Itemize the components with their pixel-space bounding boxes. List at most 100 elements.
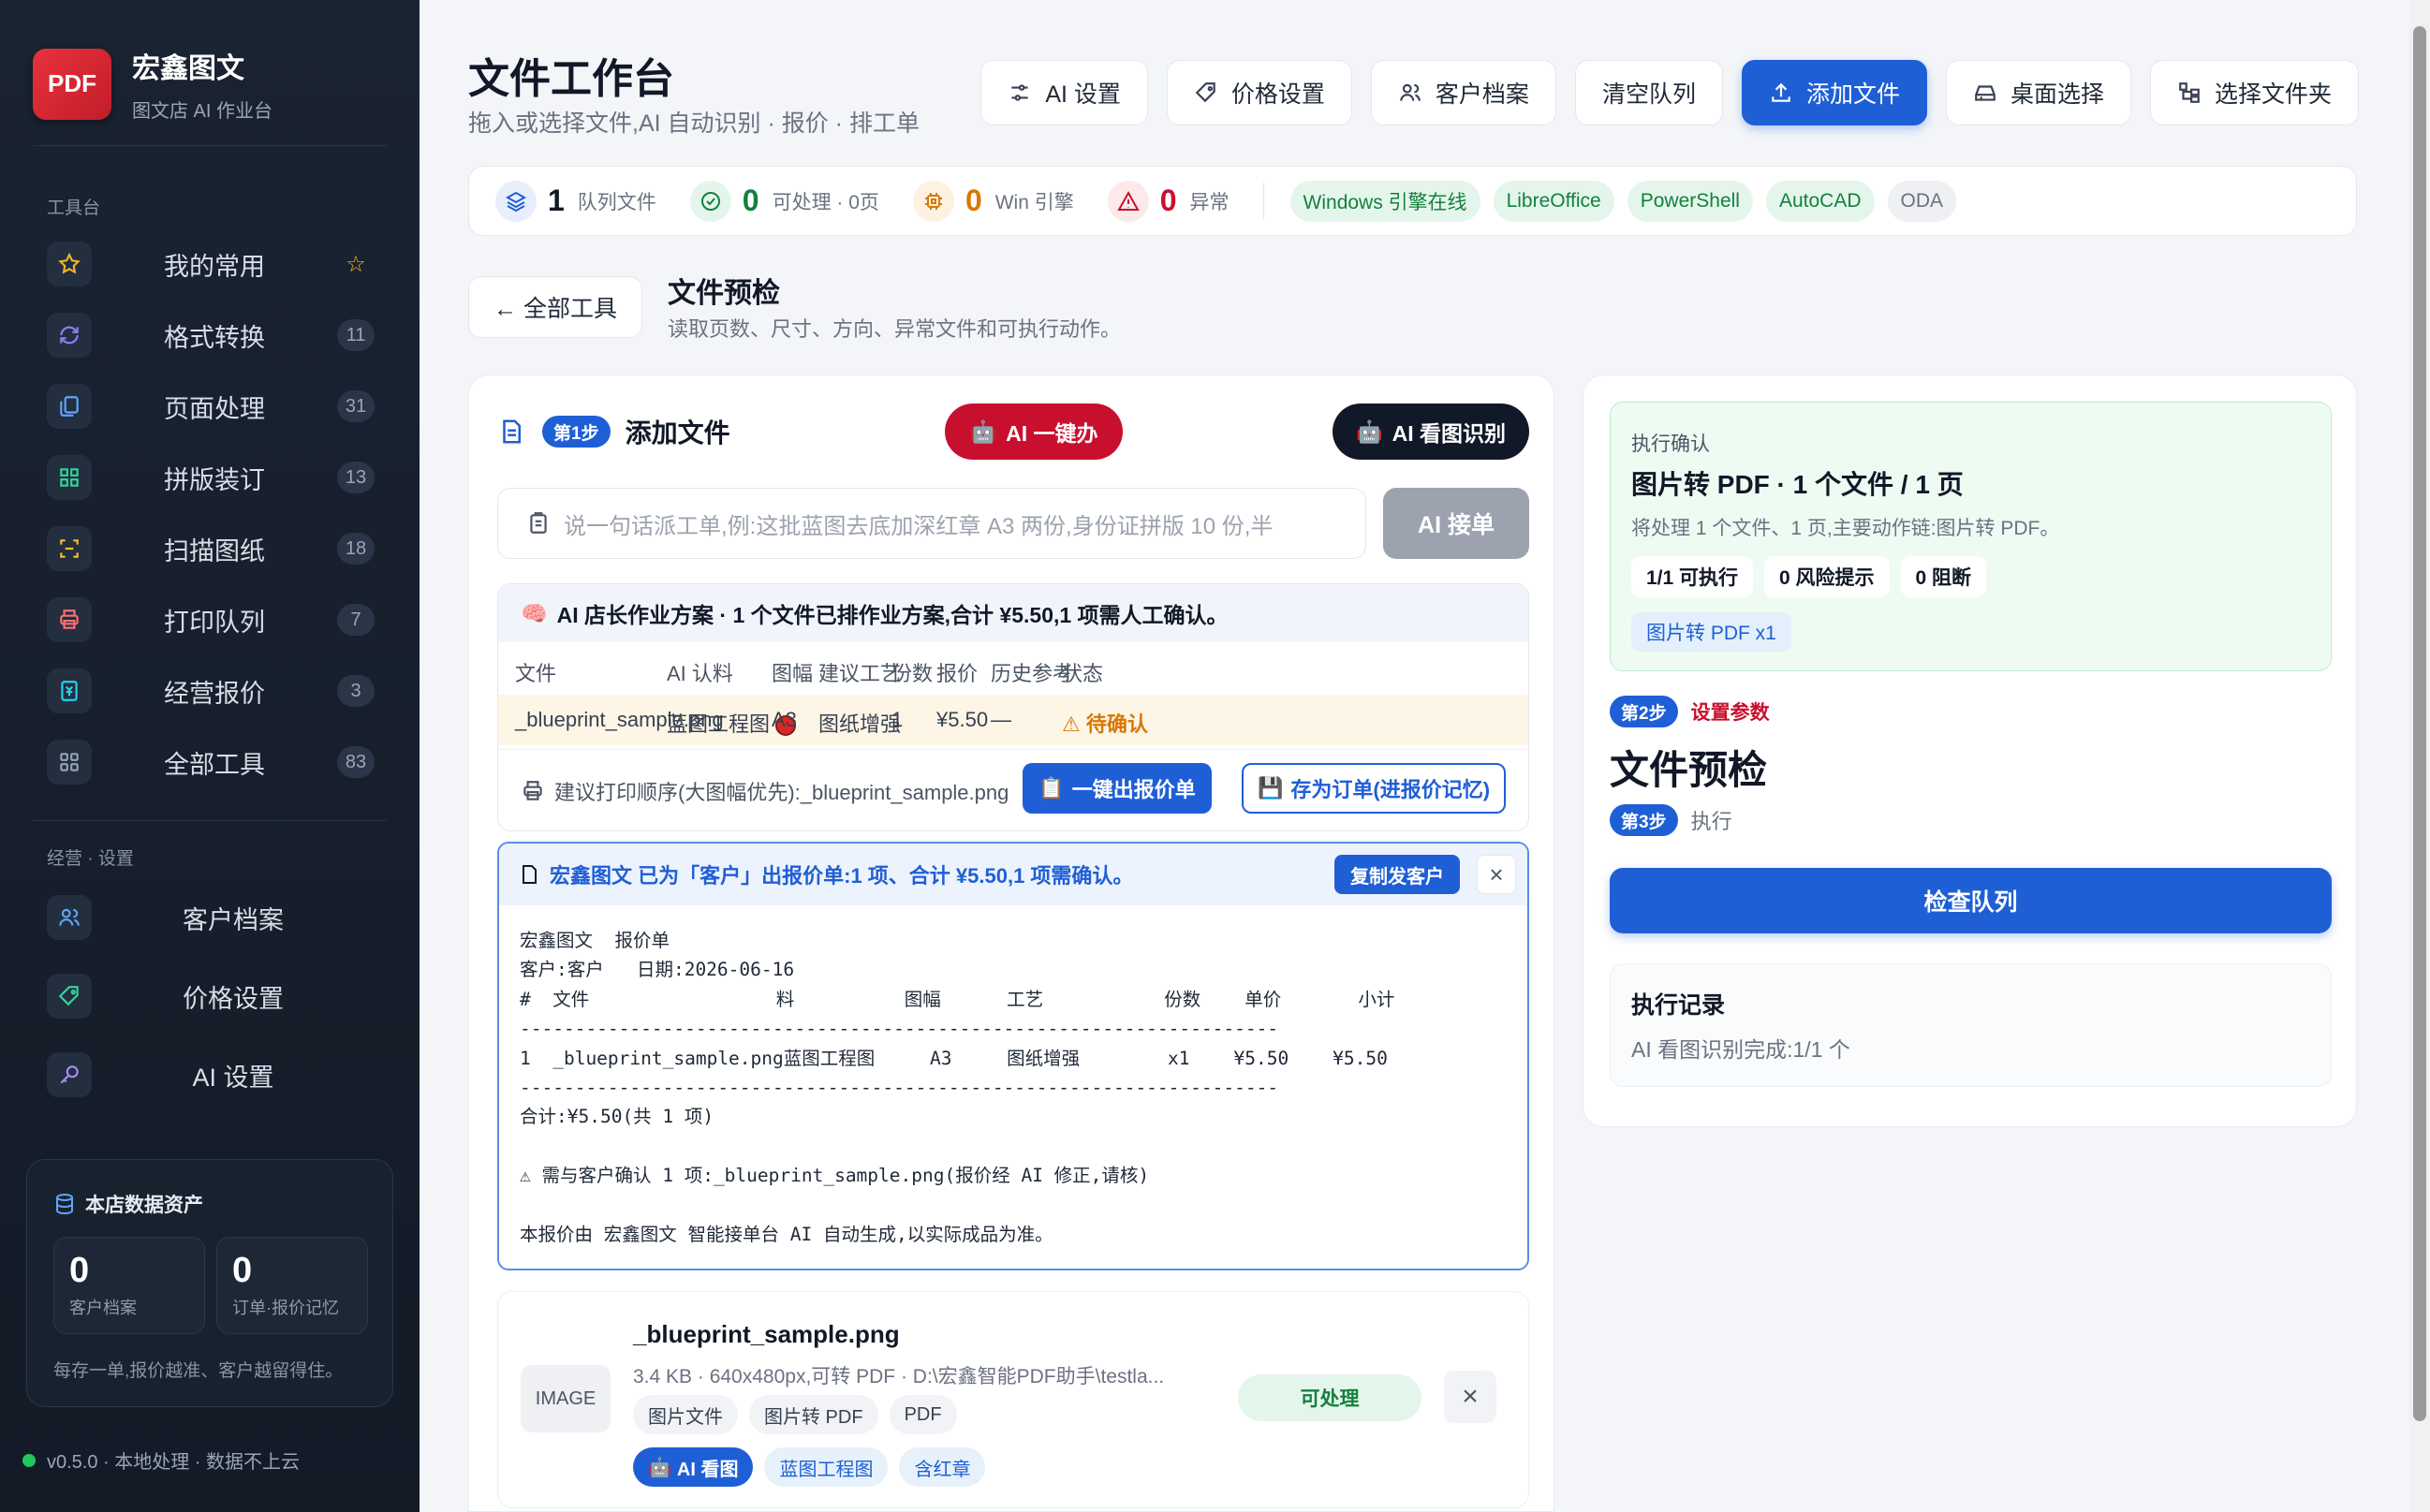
- step2-label: 设置参数: [1690, 702, 1770, 724]
- count-badge: 18: [337, 533, 375, 565]
- sidebar-item-all-tools[interactable]: 全部工具 83: [47, 736, 375, 788]
- count-badge: 7: [337, 604, 375, 636]
- engine-stat: 0 Win 引擎: [912, 180, 1074, 222]
- price-settings-button[interactable]: 价格设置: [1166, 60, 1352, 125]
- sidebar-item-customers[interactable]: 客户档案: [47, 891, 375, 944]
- block-pill: 0 阻断: [1900, 556, 1987, 597]
- sidebar-item-scan[interactable]: 扫描图纸 18: [47, 522, 375, 575]
- sidebar-item-favorites[interactable]: 我的常用 ☆: [47, 238, 375, 290]
- count-badge: 13: [337, 462, 375, 493]
- brand-logo: PDF: [33, 48, 111, 120]
- sidebar-item-imposition[interactable]: 拼版装订 13: [47, 451, 375, 504]
- ai-settings-button[interactable]: AI 设置: [980, 60, 1148, 125]
- queue-count: 1: [548, 183, 565, 217]
- input-placeholder: 说一句话派工单,例:这批蓝图去底加深红章 A3 两份,身份证拼版 10 份,半: [564, 513, 1274, 539]
- sidebar-item-format-convert[interactable]: 格式转换 11: [47, 309, 375, 361]
- tool-title: 文件预检: [1610, 748, 1768, 792]
- data-assets-card: 本店数据资产 0 客户档案 0 订单·报价记忆 每存一单,报价越准、客户越留得住…: [26, 1159, 393, 1407]
- ai-vision-button[interactable]: 🤖 AI 看图识别: [1333, 404, 1529, 460]
- count-badge: 11: [337, 319, 375, 351]
- favorite-star-icon: ☆: [346, 251, 366, 277]
- section-tools-label: 工具台: [47, 198, 101, 218]
- execution-panel: 执行确认 图片转 PDF · 1 个文件 / 1 页 将处理 1 个文件、1 页…: [1583, 374, 2357, 1127]
- status-badge: 可处理: [1238, 1374, 1421, 1421]
- refresh-icon: [47, 313, 92, 358]
- log-text: AI 看图识别完成:1/1 个: [1631, 1037, 1850, 1062]
- sidebar-item-page-process[interactable]: 页面处理 31: [47, 380, 375, 433]
- button-label: 桌面选择: [2010, 81, 2104, 108]
- engine-pill-powershell: PowerShell: [1627, 180, 1753, 222]
- status-bar: 1 队列文件 0 可处理 · 0页 0 Win 引擎 0 异常 Windows …: [468, 166, 2357, 236]
- orders-count: 0: [232, 1251, 253, 1290]
- sidebar: PDF 宏鑫图文 图文店 AI 作业台 工具台 我的常用 ☆ 格式转换 11 页…: [0, 0, 420, 1512]
- clipboard-icon: 📋: [1038, 776, 1065, 800]
- ready-count: 0: [742, 183, 759, 217]
- clipboard-icon: [530, 512, 547, 534]
- version-status: v0.5.0 · 本地处理 · 数据不上云: [22, 1446, 300, 1474]
- error-label: 异常: [1189, 191, 1230, 213]
- sidebar-item-label: 经营报价: [164, 679, 265, 708]
- col-header: 历史参考: [991, 662, 1074, 685]
- button-label: 选择文件夹: [2214, 81, 2332, 108]
- main: 文件工作台 拖入或选择文件,AI 自动识别 · 报价 · 排工单 AI 设置 价…: [420, 0, 2430, 1512]
- apps-icon: [47, 740, 92, 785]
- copy-to-customer-button[interactable]: 复制发客户: [1334, 855, 1460, 894]
- scrollbar-thumb[interactable]: [2413, 26, 2426, 1421]
- desktop-select-button[interactable]: 桌面选择: [1945, 60, 2131, 125]
- save-icon: 💾: [1257, 776, 1284, 800]
- clear-queue-button[interactable]: 清空队列: [1574, 60, 1723, 125]
- engine-label: Win 引擎: [994, 191, 1074, 213]
- table-row[interactable]: _blueprint_sample.png 蓝图工程图 A3 图纸增强 1 ¥5…: [498, 695, 1528, 745]
- col-header: 图幅: [772, 662, 814, 685]
- step3-badge: 第3步: [1610, 804, 1678, 836]
- remove-file-icon[interactable]: ×: [1444, 1371, 1496, 1423]
- engine-pill-oda: ODA: [1887, 180, 1957, 222]
- brand-name: 宏鑫图文: [132, 53, 244, 84]
- generate-quote-button[interactable]: 📋 一键出报价单: [1023, 763, 1212, 814]
- file-tag: 图片转 PDF: [749, 1395, 878, 1434]
- save-order-button[interactable]: 💾 存为订单(进报价记忆): [1242, 763, 1506, 814]
- col-header: 报价: [936, 662, 979, 685]
- cell-text: 蓝图工程图: [667, 712, 771, 736]
- select-folder-button[interactable]: 选择文件夹: [2149, 60, 2359, 125]
- executable-pill: 1/1 可执行: [1631, 556, 1754, 597]
- action-chip: 图片转 PDF x1: [1631, 612, 1791, 652]
- cell-process: 图纸增强: [818, 712, 902, 736]
- sidebar-item-pricing[interactable]: 价格设置: [47, 970, 375, 1022]
- ai-accept-order-button[interactable]: AI 接单: [1383, 488, 1529, 559]
- document-icon: [523, 865, 537, 884]
- customers-stat: 0 客户档案: [53, 1237, 205, 1334]
- quote-header: 宏鑫图文 已为「客户」出报价单:1 项、合计 ¥5.50,1 项需确认。: [550, 864, 1134, 888]
- users-icon: [47, 895, 92, 940]
- back-to-all-tools-button[interactable]: ← 全部工具: [468, 276, 642, 338]
- file-card[interactable]: IMAGE _blueprint_sample.png 3.4 KB · 640…: [497, 1291, 1529, 1508]
- cell-history: —: [991, 708, 1011, 731]
- sidebar-item-business-quote[interactable]: 经营报价 3: [47, 665, 375, 717]
- ready-label: 可处理 · 0页: [772, 191, 879, 213]
- button-label: 一键出报价单: [1071, 778, 1196, 801]
- customer-records-button[interactable]: 客户档案: [1370, 60, 1556, 125]
- upload-icon: [1772, 82, 1790, 102]
- key-icon: [47, 1052, 92, 1097]
- check-queue-button[interactable]: 检查队列: [1610, 868, 2332, 933]
- engine-count: 0: [965, 183, 982, 217]
- button-label: 客户档案: [1435, 81, 1529, 108]
- customers-count: 0: [69, 1251, 90, 1290]
- check-circle-icon: [689, 180, 731, 222]
- engine-pill-libreoffice: LibreOffice: [1493, 180, 1614, 222]
- quote-card: 宏鑫图文 已为「客户」出报价单:1 项、合计 ¥5.50,1 项需确认。 复制发…: [497, 842, 1529, 1270]
- file-meta: 3.4 KB · 640x480px,可转 PDF · D:\宏鑫智能PDF助手…: [633, 1366, 1165, 1387]
- assets-footer: 每存一单,报价越准、客户越留得住。: [53, 1361, 344, 1381]
- sidebar-item-ai-settings[interactable]: AI 设置: [47, 1049, 375, 1101]
- file-thumbnail: IMAGE: [521, 1365, 611, 1432]
- scrollbar[interactable]: [2409, 0, 2430, 1512]
- assets-title: 本店数据资产: [85, 1195, 203, 1216]
- add-file-button[interactable]: 添加文件: [1741, 60, 1927, 125]
- close-icon[interactable]: ×: [1477, 855, 1516, 894]
- sidebar-item-print-queue[interactable]: 打印队列 7: [47, 594, 375, 646]
- ai-one-click-button[interactable]: 🤖 AI 一键办: [945, 404, 1123, 460]
- sliders-icon: [1011, 84, 1028, 101]
- ai-order-input[interactable]: 说一句话派工单,例:这批蓝图去底加深红章 A3 两份,身份证拼版 10 份,半: [497, 488, 1366, 559]
- confirm-title: 图片转 PDF · 1 个文件 / 1 页: [1631, 470, 1964, 499]
- sidebar-item-label: 客户档案: [183, 905, 284, 934]
